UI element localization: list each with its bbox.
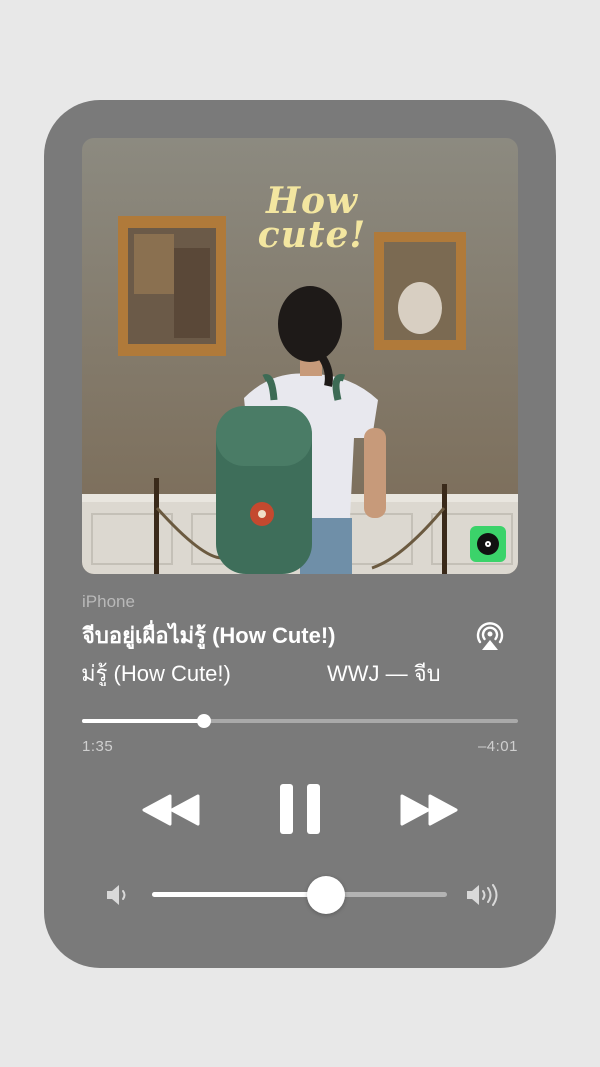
time-remaining: –4:01	[477, 738, 518, 755]
now-playing-card: How cute! iPhone จีบอยู่เผื่อไม่รู้ (How…	[44, 100, 556, 968]
volume-low-icon	[104, 882, 134, 913]
artwork-text-line1: How	[265, 180, 358, 222]
airplay-icon[interactable]	[472, 618, 508, 654]
rewind-icon[interactable]	[142, 790, 202, 835]
volume-fill	[152, 892, 327, 897]
volume-slider[interactable]	[152, 876, 447, 914]
song-title: จีบอยู่เผื่อไม่รู้ (How Cute!)	[82, 623, 336, 648]
progress-knob[interactable]	[197, 714, 212, 728]
vinyl-record-icon	[470, 526, 506, 562]
artwork-text: How cute!	[242, 180, 382, 256]
volume-high-icon	[464, 882, 504, 913]
progress-scrubber[interactable]	[82, 714, 518, 728]
time-elapsed: 1:35	[82, 738, 114, 755]
screen: How cute! iPhone จีบอยู่เผื่อไม่รู้ (How…	[0, 0, 600, 1067]
marquee-song: ไม่รู้ (How Cute!)	[82, 661, 231, 686]
volume-knob[interactable]	[307, 876, 346, 914]
progress-fill	[82, 719, 205, 723]
fast-forward-icon[interactable]	[398, 790, 458, 835]
playback-source: iPhone	[82, 592, 135, 611]
album-artwork: How cute!	[82, 138, 518, 574]
artwork-text-line2: cute!	[257, 214, 367, 256]
pause-icon[interactable]	[278, 782, 322, 841]
marquee-artist: WWJ — จีบ	[327, 661, 441, 686]
now-playing-marquee: ไม่รู้ (How Cute!) WWJ — จีบ	[82, 656, 462, 686]
